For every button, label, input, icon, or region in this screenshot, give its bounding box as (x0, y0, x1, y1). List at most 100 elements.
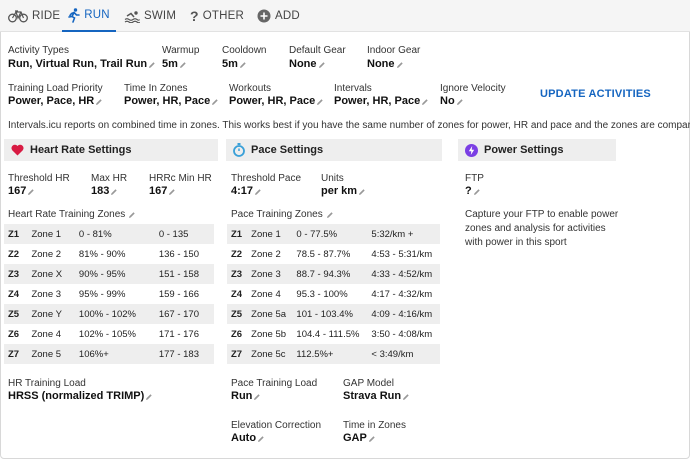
pencil-icon[interactable] (326, 211, 334, 219)
max-hr-field[interactable]: 183 (91, 185, 118, 198)
ignore-velocity-value: No (440, 95, 455, 107)
pencil-icon[interactable] (473, 188, 481, 196)
zone-range: 167 - 170 (154, 304, 214, 324)
pencil-icon[interactable] (318, 61, 326, 69)
ftp-label: FTP (465, 173, 484, 184)
pencil-icon[interactable] (27, 188, 35, 196)
pencil-icon[interactable] (253, 393, 261, 401)
pace-time-in-zones-label: Time in Zones (343, 420, 406, 431)
zone-number: Z7 (227, 344, 248, 364)
update-activities-button[interactable]: UPDATE ACTIVITIES (540, 88, 651, 100)
pace-zones-title: Pace Training Zones (231, 209, 334, 220)
pencil-icon[interactable] (179, 61, 187, 69)
ftp-field[interactable]: ? (465, 185, 481, 198)
zone-percent: 0 - 81% (74, 224, 155, 244)
question-icon: ? (190, 8, 199, 24)
intervals-field[interactable]: Power, HR, Pace (334, 95, 429, 108)
gap-model-field[interactable]: Strava Run (343, 390, 410, 403)
hrrc-min-hr-field[interactable]: 167 (149, 185, 176, 198)
gap-model-label: GAP Model (343, 378, 394, 389)
units-field[interactable]: per km (321, 185, 366, 198)
zone-name: Zone 5b (251, 328, 287, 340)
pencil-icon[interactable] (402, 393, 410, 401)
zone-range: 159 - 166 (158, 288, 199, 300)
pencil-icon[interactable] (368, 435, 376, 443)
indoor-gear-value: None (367, 58, 395, 70)
pencil-icon[interactable] (316, 98, 324, 106)
zone-number: Z2 (8, 248, 20, 260)
pencil-icon[interactable] (456, 98, 464, 106)
elevation-correction-value: Auto (231, 432, 257, 444)
zone-number: Z5 (4, 304, 28, 324)
threshold-pace-field[interactable]: 4:17 (231, 185, 262, 198)
zone-name: Zone 5a (247, 304, 293, 324)
tab-other[interactable]: ? OTHER (190, 0, 244, 32)
warmup-field[interactable]: 5m (162, 58, 187, 71)
ignore-velocity-field[interactable]: No (440, 95, 464, 108)
zone-percent: 101 - 103.4% (292, 304, 368, 324)
pace-training-load-value: Run (231, 390, 253, 402)
training-load-priority-field[interactable]: Power, Pace, HR (8, 95, 103, 108)
tab-swim[interactable]: SWIM (124, 0, 176, 32)
pencil-icon[interactable] (110, 188, 118, 196)
pencil-icon[interactable] (145, 393, 153, 401)
pencil-icon[interactable] (421, 98, 429, 106)
hr-training-load-value: HRSS (normalized TRIMP) (8, 390, 145, 402)
zone-row: Z7 Zone 5 106%+ 177 - 183 (4, 344, 214, 364)
zone-range: 136 - 150 (158, 248, 199, 260)
pencil-icon[interactable] (396, 61, 404, 69)
zone-name: Zone 5c (247, 344, 293, 364)
zone-row: Z6 Zone 4 102% - 105% 171 - 176 (4, 324, 214, 344)
pencil-icon[interactable] (95, 98, 103, 106)
pencil-icon[interactable] (168, 188, 176, 196)
cooldown-field[interactable]: 5m (222, 58, 247, 71)
indoor-gear-field[interactable]: None (367, 58, 404, 71)
tab-ride-label: RIDE (32, 10, 61, 22)
default-gear-field[interactable]: None (289, 58, 326, 71)
threshold-hr-value: 167 (8, 185, 27, 197)
zone-percent: 81% - 90% (78, 248, 126, 260)
zone-range: 4:53 - 5:31/km (371, 248, 433, 260)
power-description: Capture your FTP to enable power zones a… (465, 209, 619, 248)
ignore-velocity-label: Ignore Velocity (440, 83, 506, 94)
pencil-icon[interactable] (254, 188, 262, 196)
zone-row: Z2 Zone 2 78.5 - 87.7% 4:53 - 5:31/km (227, 244, 440, 264)
zone-number: Z4 (8, 288, 20, 300)
pencil-icon[interactable] (239, 61, 247, 69)
tab-ride[interactable]: RIDE (8, 0, 60, 32)
threshold-hr-field[interactable]: 167 (8, 185, 35, 198)
pencil-icon[interactable] (128, 211, 136, 219)
hr-training-load-label: HR Training Load (8, 378, 86, 389)
elevation-correction-field[interactable]: Auto (231, 432, 265, 445)
zone-number: Z3 (227, 264, 248, 284)
zone-percent: 88.7 - 94.3% (292, 264, 368, 284)
pace-training-load-field[interactable]: Run (231, 390, 261, 403)
workouts-field[interactable]: Power, HR, Pace (229, 95, 324, 108)
power-settings-header: Power Settings (458, 139, 616, 161)
zone-number: Z3 (4, 264, 28, 284)
tab-run[interactable]: RUN (62, 0, 116, 32)
activity-types-field[interactable]: Run, Virtual Run, Trail Run (8, 58, 156, 71)
power-settings-title: Power Settings (484, 144, 564, 156)
time-in-zones-field[interactable]: Power, HR, Pace (124, 95, 219, 108)
zone-row: Z3 Zone 3 88.7 - 94.3% 4:33 - 4:52/km (227, 264, 440, 284)
pencil-icon[interactable] (148, 61, 156, 69)
intervals-label: Intervals (334, 83, 372, 94)
zone-row: Z1 Zone 10 - 77.5% 5:32/km + (227, 224, 440, 244)
hr-training-load-field[interactable]: HRSS (normalized TRIMP) (8, 390, 153, 403)
zone-percent: 90% - 95% (74, 264, 155, 284)
pace-time-in-zones-field[interactable]: GAP (343, 432, 376, 445)
zone-number: Z4 (231, 288, 243, 300)
pencil-icon[interactable] (257, 435, 265, 443)
hrrc-min-hr-value: 167 (149, 185, 168, 197)
pencil-icon[interactable] (358, 188, 366, 196)
zone-range: 3:50 - 4:08/km (371, 328, 433, 340)
zone-number: Z1 (227, 224, 248, 244)
tab-add[interactable]: ADD (257, 0, 300, 32)
time-in-zones-label: Time In Zones (124, 83, 188, 94)
units-label: Units (321, 173, 344, 184)
workouts-value: Power, HR, Pace (229, 95, 316, 107)
max-hr-value: 183 (91, 185, 110, 197)
zone-row: Z2 Zone 2 81% - 90% 136 - 150 (4, 244, 214, 264)
pencil-icon[interactable] (211, 98, 219, 106)
